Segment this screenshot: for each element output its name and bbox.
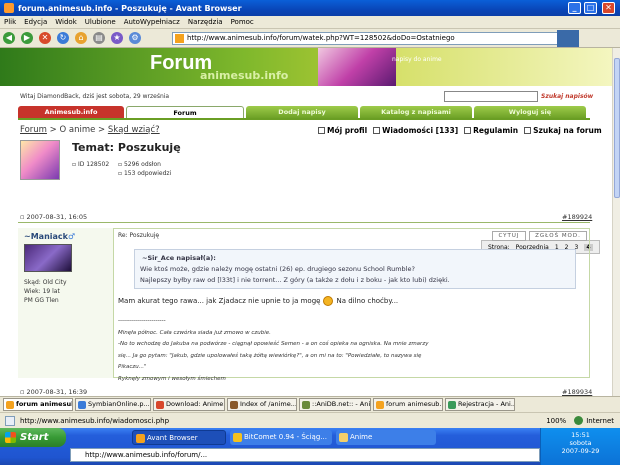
banner-decoration bbox=[396, 48, 612, 86]
menu-widok[interactable]: Widok bbox=[55, 18, 77, 26]
banner-subtitle: animesub.info bbox=[200, 69, 289, 82]
messages-link[interactable]: Wiadomości [133] bbox=[373, 126, 458, 135]
taskbar-item-bitcomet[interactable]: BitComet 0.94 - Ściąg... bbox=[230, 430, 332, 445]
quote-author: ~Sir_Ace napisał(a): bbox=[142, 254, 216, 262]
browser-tab[interactable]: Download: Anime... bbox=[153, 398, 225, 411]
browser-tab[interactable]: Index of /anime... bbox=[227, 398, 297, 411]
browser-tab[interactable]: SymbianOnline.p... bbox=[75, 398, 151, 411]
site-icon bbox=[175, 34, 184, 43]
web-page: Forum animesub.info napisy do anime Wita… bbox=[0, 48, 612, 396]
topic-replies: ▫ 153 odpowiedzi bbox=[118, 170, 172, 177]
system-tray: 15:51 sobota 2007-09-29 bbox=[540, 428, 620, 465]
post-body: Mam akurat tego rawa... jak Zjadacz nie … bbox=[118, 296, 399, 306]
topic-id: ▫ ID 128502 bbox=[72, 161, 110, 168]
post2-number[interactable]: #189934 bbox=[562, 388, 592, 396]
quote-button[interactable]: CYTUJ bbox=[492, 231, 526, 241]
home-icon[interactable]: ⌂ bbox=[75, 32, 87, 44]
browser-tab[interactable]: forum animesub... bbox=[3, 398, 73, 411]
clock-time: 15:51 bbox=[571, 431, 590, 439]
post-signature: ------------------------ Minęła północ. … bbox=[118, 318, 429, 382]
menu-autowypelniacz[interactable]: AutoWypełniacz bbox=[124, 18, 180, 26]
browser-tabbar: forum animesub... SymbianOnline.p... Dow… bbox=[0, 396, 620, 412]
menubar: Plik Edycja Widok Ulubione AutoWypełniac… bbox=[0, 16, 620, 29]
post2-date: ▫ 2007-08-31, 16:39 bbox=[20, 388, 88, 396]
toolbar: ◀ ▶ ✕ ↻ ⌂ ▤ ★ ⚙ http://www.animesub.info… bbox=[0, 29, 620, 48]
menu-plik[interactable]: Plik bbox=[4, 18, 16, 26]
globe-icon bbox=[574, 416, 584, 425]
menu-ulubione[interactable]: Ulubione bbox=[85, 18, 116, 26]
welcome-text: Witaj DiamondBack, dziś jest sobota, 29 … bbox=[20, 93, 170, 100]
forum-search-link[interactable]: Szukaj na forum bbox=[524, 126, 602, 135]
stop-icon[interactable]: ✕ bbox=[39, 32, 51, 44]
topic-avatar bbox=[20, 140, 60, 180]
taskbar-item-browser[interactable]: Avant Browser bbox=[132, 430, 226, 445]
post-subject: Re: Poszukuję bbox=[118, 232, 160, 239]
banner-note: napisy do anime bbox=[392, 56, 442, 63]
breadcrumb-section[interactable]: O anime bbox=[59, 125, 95, 135]
rules-icon bbox=[464, 127, 472, 134]
browser-tab[interactable]: Rejestracja - Ani... bbox=[445, 398, 515, 411]
browser-tab[interactable]: forum animesub... bbox=[373, 398, 443, 411]
window-titlebar: forum.animesub.info - Poszukuję - Avant … bbox=[0, 0, 620, 16]
post-date: ▫ 2007-08-31, 16:05 bbox=[20, 213, 88, 221]
close-button[interactable]: ✕ bbox=[602, 2, 615, 14]
print-icon[interactable]: ▤ bbox=[93, 32, 105, 44]
minimize-button[interactable]: _ bbox=[568, 2, 581, 14]
post-number[interactable]: #189924 bbox=[562, 213, 592, 221]
tab-underline bbox=[18, 118, 590, 120]
taskbar-item-anime-folder[interactable]: Anime bbox=[336, 430, 436, 445]
clock-day: sobota bbox=[569, 439, 592, 447]
browser-tab[interactable]: ::AniDB.net:: - Ani... bbox=[299, 398, 371, 411]
breadcrumb-sep: > bbox=[95, 125, 108, 135]
menu-narzedzia[interactable]: Narzędzia bbox=[188, 18, 223, 26]
window-title: forum.animesub.info - Poszukuję - Avant … bbox=[18, 3, 242, 13]
author-name[interactable]: ~Maniack♂ bbox=[24, 232, 75, 241]
breadcrumb-current[interactable]: Skąd wziąć? bbox=[108, 125, 160, 135]
forward-icon[interactable]: ▶ bbox=[21, 32, 33, 44]
profile-icon bbox=[318, 127, 325, 134]
banner-character-image bbox=[318, 48, 396, 86]
windows-logo-icon bbox=[5, 432, 16, 443]
start-button[interactable]: Start bbox=[0, 428, 66, 447]
search-subtitles-link[interactable]: Szukaj napisów bbox=[541, 93, 593, 100]
address-value: http://www.animesub.info/forum/watek.php… bbox=[187, 34, 455, 42]
maximize-button[interactable]: □ bbox=[584, 2, 597, 14]
refresh-icon[interactable]: ↻ bbox=[57, 32, 69, 44]
menu-edycja[interactable]: Edycja bbox=[24, 18, 47, 26]
site-banner: Forum animesub.info napisy do anime bbox=[0, 48, 612, 86]
back-icon[interactable]: ◀ bbox=[3, 32, 15, 44]
breadcrumb: Forum > O anime > Skąd wziąć? bbox=[20, 125, 160, 135]
tools-icon[interactable]: ⚙ bbox=[129, 32, 141, 44]
statusbar: http://www.animesub.info/wiadomosci.php … bbox=[0, 412, 620, 428]
author-stats: Skąd: Old City Wiek: 19 lat PM GG Tlen bbox=[24, 279, 67, 304]
address-input[interactable]: http://www.animesub.info/forum/watek.php… bbox=[172, 32, 567, 45]
menu-pomoc[interactable]: Pomoc bbox=[231, 18, 254, 26]
clock-date: 2007-09-29 bbox=[561, 447, 600, 455]
quote-text: Wie ktoś może, gdzie należy mogę ostatni… bbox=[140, 265, 450, 284]
topic-title: Temat: Poszukuję bbox=[72, 141, 181, 154]
breadcrumb-forum[interactable]: Forum bbox=[20, 125, 47, 135]
page-status-icon bbox=[5, 416, 15, 426]
site-search-input[interactable] bbox=[444, 91, 538, 102]
status-url: http://www.animesub.info/wiadomosci.php bbox=[20, 416, 170, 425]
breadcrumb-sep: > bbox=[46, 125, 60, 135]
security-zone: 100% Internet bbox=[546, 416, 614, 425]
search-icon bbox=[524, 127, 532, 134]
rules-link[interactable]: Regulamin bbox=[464, 126, 518, 135]
topic-views: ▫ 5296 odsłon bbox=[118, 161, 161, 168]
scrollbar-thumb[interactable] bbox=[614, 58, 620, 198]
user-actions: Mój profil Wiadomości [133] Regulamin Sz… bbox=[318, 126, 608, 135]
taskbar-address-input[interactable]: http://www.animesub.info/forum/... bbox=[70, 448, 540, 462]
bandwidth-meter-icon bbox=[557, 30, 579, 47]
my-profile-link[interactable]: Mój profil bbox=[318, 126, 367, 135]
author-avatar bbox=[24, 244, 72, 272]
favorites-icon[interactable]: ★ bbox=[111, 32, 123, 44]
page-scrollbar[interactable] bbox=[612, 48, 620, 396]
report-button[interactable]: ZGŁOŚ MOD. bbox=[529, 231, 587, 241]
mail-icon bbox=[373, 127, 381, 134]
post-divider bbox=[18, 222, 590, 223]
browser-icon bbox=[4, 3, 14, 13]
smiley-icon bbox=[323, 296, 334, 306]
